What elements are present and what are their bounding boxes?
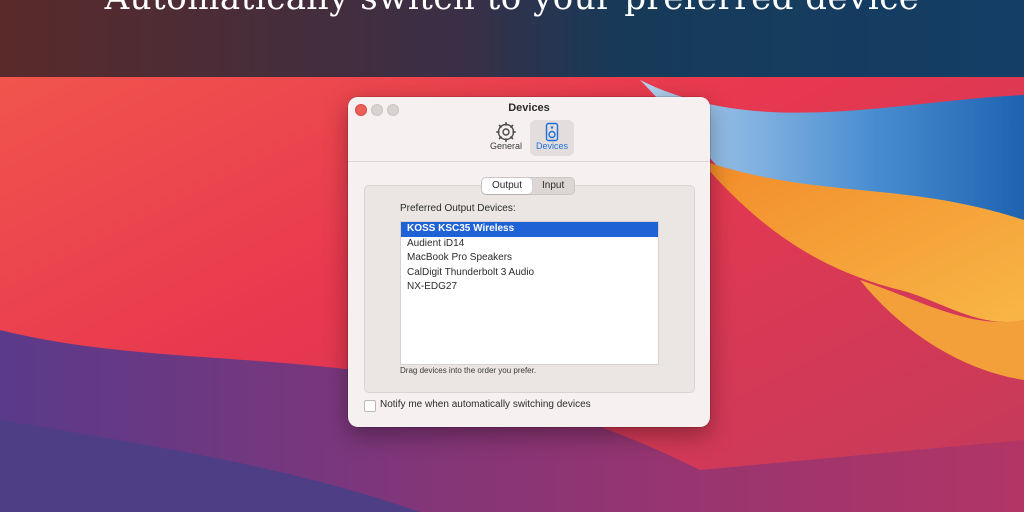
headline: Automatically switch to your preferred d…: [0, 0, 1024, 18]
title-bar: Devices General Devices: [348, 97, 710, 162]
gear-icon: [496, 122, 516, 142]
toolbar-general-label: General: [489, 141, 523, 151]
output-input-segmented-control: Output Input: [481, 177, 576, 195]
device-row[interactable]: NX-EDG27: [401, 280, 658, 295]
notify-checkbox[interactable]: [364, 400, 376, 412]
window-title: Devices: [508, 102, 550, 114]
toolbar-devices[interactable]: Devices: [530, 120, 574, 156]
speaker-icon: [545, 122, 559, 142]
preferences-window: Devices General Devices Output Input Pre…: [348, 97, 710, 427]
drag-hint: Drag devices into the order you prefer.: [400, 366, 537, 375]
device-list[interactable]: KOSS KSC35 Wireless Audient iD14 MacBook…: [400, 221, 659, 365]
device-row[interactable]: CalDigit Thunderbolt 3 Audio: [401, 266, 658, 281]
device-row[interactable]: KOSS KSC35 Wireless: [401, 222, 658, 237]
toolbar-devices-label: Devices: [535, 141, 568, 151]
toolbar-general[interactable]: General: [484, 120, 528, 156]
tab-output[interactable]: Output: [482, 178, 533, 194]
preferred-devices-label: Preferred Output Devices:: [400, 203, 516, 214]
tab-input[interactable]: Input: [532, 178, 574, 194]
device-row[interactable]: Audient iD14: [401, 237, 658, 252]
device-row[interactable]: MacBook Pro Speakers: [401, 251, 658, 266]
notify-label[interactable]: Notify me when automatically switching d…: [380, 399, 591, 410]
